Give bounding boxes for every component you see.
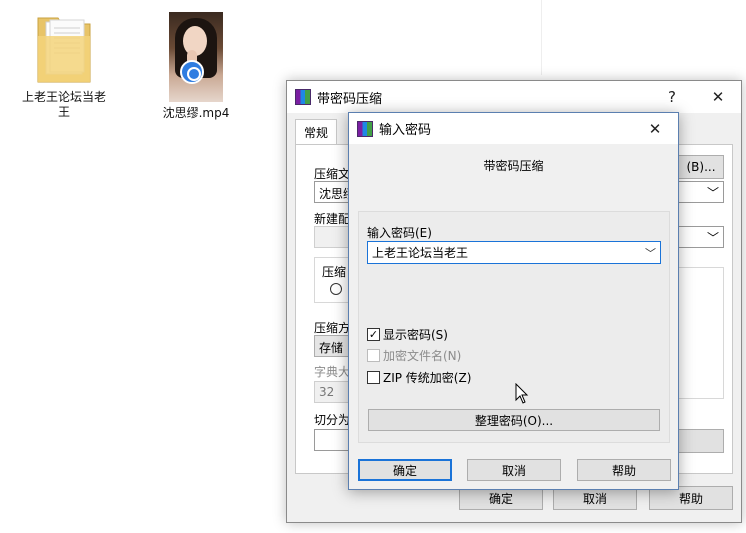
winrar-icon (357, 120, 373, 137)
close-icon[interactable]: ✕ (632, 113, 678, 145)
update-mode-dropdown[interactable]: ﹀ (678, 226, 724, 248)
encrypt-filenames-checkbox (367, 349, 380, 362)
tab-general[interactable]: 常规 (295, 119, 338, 145)
encrypt-filenames-label: 加密文件名(N) (383, 349, 462, 363)
password-dialog: 输入密码 ✕ 带密码压缩 输入密码(E) 上老王论坛当老王 ﹀ ✓ 显示密码(S… (348, 112, 679, 490)
compress-window-title: 带密码压缩 (317, 91, 383, 107)
folder-label: 上老王论坛当老王 (21, 90, 106, 119)
compress-window-titlebar: 带密码压缩 ? ✕ (287, 81, 741, 113)
media-player-icon (180, 60, 204, 84)
password-dialog-titlebar: 输入密码 ✕ (349, 113, 678, 144)
browse-button[interactable]: (B)... (678, 155, 724, 179)
help-icon[interactable]: ? (649, 81, 695, 113)
zip-legacy-label: ZIP 传统加密(Z) (383, 371, 472, 385)
zip-legacy-checkbox[interactable] (367, 371, 380, 384)
close-icon[interactable]: ✕ (695, 81, 741, 113)
desktop-folder-item[interactable]: 上老王论坛当老王 (16, 14, 112, 120)
zip-legacy-option[interactable]: ZIP 传统加密(Z) (367, 369, 471, 386)
video-label: 沈思缪.mp4 (162, 106, 230, 120)
password-label: 输入密码(E) (367, 226, 432, 240)
show-password-option[interactable]: ✓ 显示密码(S) (367, 326, 448, 343)
tab-bar: 常规 (295, 119, 338, 145)
desktop-video-item[interactable]: 沈思缪.mp4 (148, 12, 244, 121)
folder-icon (32, 14, 96, 86)
winrar-icon (295, 89, 311, 105)
cancel-button[interactable]: 取消 (467, 459, 561, 481)
ok-button[interactable]: 确定 (358, 459, 452, 481)
dialog-heading: 带密码压缩 (483, 159, 544, 173)
options-group (678, 267, 724, 399)
archive-format-label: 压缩 (322, 265, 347, 279)
split-label: 切分为 (314, 413, 351, 427)
profile-label: 新建配 (314, 212, 351, 226)
organize-passwords-button[interactable]: 整理密码(O)... (368, 409, 660, 431)
help-button[interactable]: 帮助 (577, 459, 671, 481)
archive-name-dropdown[interactable]: ﹀ (678, 181, 724, 203)
show-password-label: 显示密码(S) (383, 328, 448, 342)
password-input[interactable]: 上老王论坛当老王 ﹀ (367, 241, 661, 264)
format-radio[interactable] (330, 282, 342, 295)
mouse-cursor-icon (515, 382, 529, 408)
show-password-checkbox[interactable]: ✓ (367, 328, 380, 341)
archive-name-label: 压缩文 (314, 167, 351, 181)
password-value: 上老王论坛当老王 (372, 246, 469, 260)
method-label: 压缩方 (314, 321, 351, 335)
password-dialog-title: 输入密码 (379, 123, 432, 138)
video-thumbnail (169, 12, 223, 102)
set-password-button[interactable] (678, 429, 724, 453)
encrypt-filenames-option: 加密文件名(N) (367, 347, 461, 364)
dictionary-label: 字典大 (314, 365, 351, 379)
chevron-down-icon[interactable]: ﹀ (645, 245, 656, 261)
desktop-divider (541, 0, 542, 75)
